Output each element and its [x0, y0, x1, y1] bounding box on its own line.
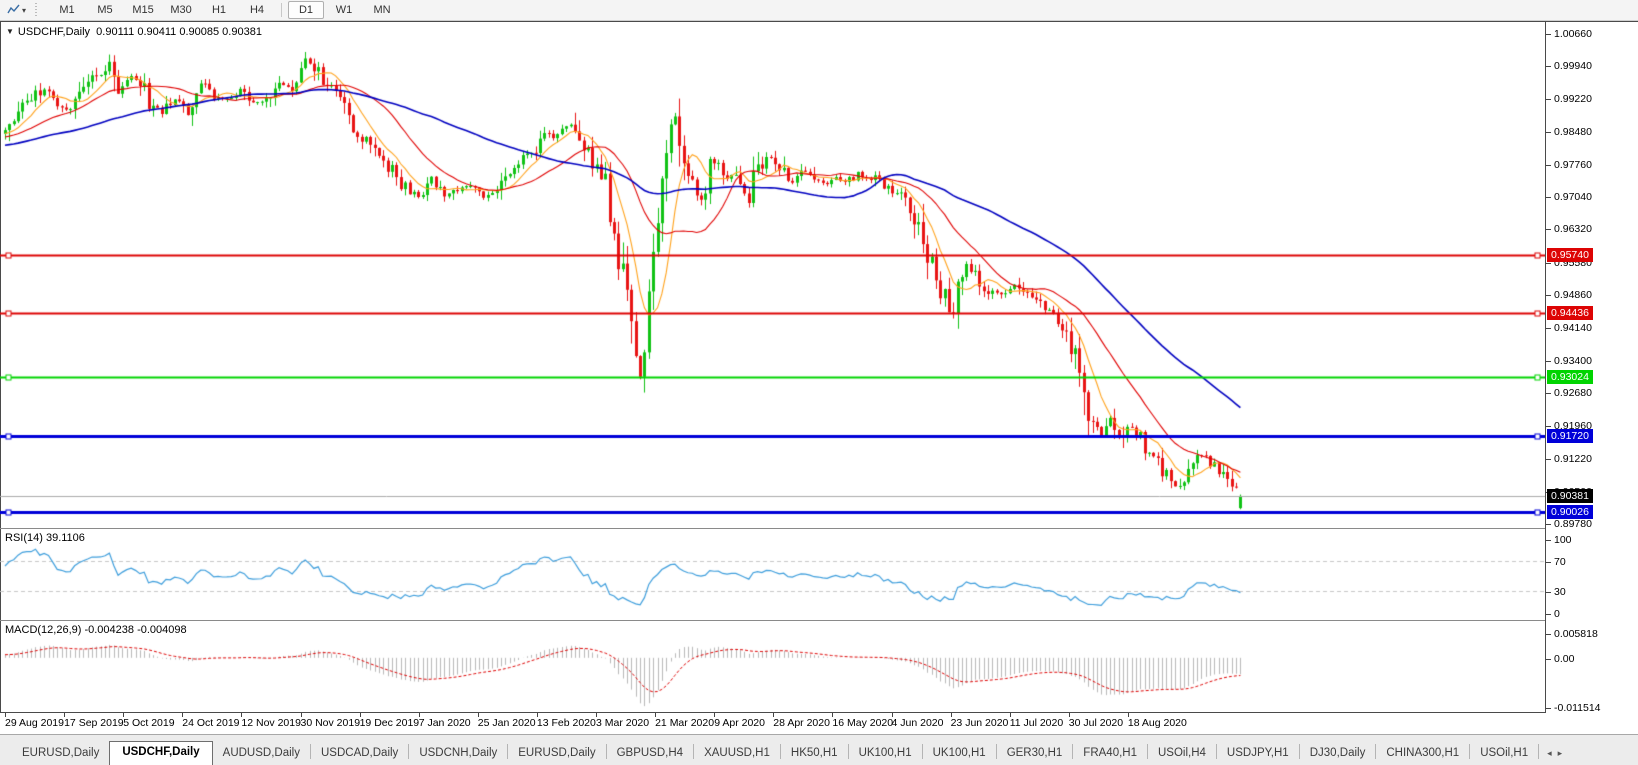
chart-title: ▼ USDCHF,Daily 0.90111 0.90411 0.90085 0.… [6, 26, 262, 38]
price-axis: 1.00660 0.99940 0.99220 0.98480 0.97760 0.970… [1546, 22, 1638, 712]
price-tick: 0.89780 [1554, 518, 1592, 530]
price-tick: 0.91220 [1554, 453, 1592, 465]
price-level-badge: 0.95740 [1547, 248, 1593, 262]
polyline-tool-icon [7, 4, 20, 16]
date-tick: 30 Jul 2020 [1069, 717, 1123, 729]
timeframe-button-w1[interactable]: W1 [326, 1, 362, 19]
timeframe-button-h4[interactable]: H4 [239, 1, 275, 19]
price-tick: 0.96320 [1554, 223, 1592, 235]
draw-tool-caret-icon[interactable]: ▾ [22, 6, 26, 15]
chart-tab-dj30-daily[interactable]: DJ30,Daily [1300, 744, 1376, 765]
price-tick: 0.94860 [1554, 289, 1592, 301]
date-tick: 24 Oct 2019 [182, 717, 239, 729]
date-tick: 25 Jan 2020 [478, 717, 536, 729]
macd-label: MACD(12,26,9) -0.004238 -0.004098 [5, 624, 187, 636]
price-level-badge: 0.90381 [1547, 489, 1593, 503]
price-tick: 0.94140 [1554, 322, 1592, 334]
timeframe-toolbar: ▾ M1M5M15M30H1H4 D1W1MN [0, 0, 1638, 21]
price-tick: 0.97040 [1554, 191, 1592, 203]
date-tick: 29 Aug 2019 [5, 717, 64, 729]
date-tick: 3 Mar 2020 [596, 717, 649, 729]
date-tick: 18 Aug 2020 [1128, 717, 1187, 729]
pane-separator[interactable] [0, 620, 1638, 621]
draw-tool-icon[interactable]: ▾ [4, 4, 29, 16]
chart-tab-xauusd-h1[interactable]: XAUUSD,H1 [694, 744, 780, 765]
chart-tab-usdchf-daily[interactable]: USDCHF,Daily [109, 741, 212, 765]
toolbar-grip-handle[interactable] [34, 3, 39, 17]
timeframe-button-mn[interactable]: MN [364, 1, 400, 19]
date-axis: 29 Aug 201917 Sep 20195 Oct 2019 24 Oct 2… [0, 713, 1546, 733]
chart-title-ohlc: 0.90111 0.90411 0.90085 0.90381 [96, 26, 262, 38]
chart-tab-eurusd-daily[interactable]: EURUSD,Daily [12, 744, 109, 765]
tab-scroll-controls: ◂▸ [1539, 748, 1570, 765]
price-tick: 0.98480 [1554, 126, 1592, 138]
chart-tab-bar: EURUSD,DailyUSDCHF,DailyAUDUSD,DailyUSDC… [0, 734, 1638, 765]
rsi-label: RSI(14) 39.1106 [5, 532, 85, 544]
chart-tab-usdcnh-daily[interactable]: USDCNH,Daily [409, 744, 507, 765]
price-level-badge: 0.93024 [1547, 370, 1593, 384]
date-tick: 11 Jul 2020 [1010, 717, 1064, 729]
date-tick: 21 Mar 2020 [655, 717, 714, 729]
chart-tab-usoil-h4[interactable]: USOil,H4 [1148, 744, 1216, 765]
date-tick: 9 Apr 2020 [714, 717, 765, 729]
date-tick: 28 Apr 2020 [773, 717, 830, 729]
chart-window: ▼ USDCHF,Daily 0.90111 0.90411 0.90085 0.… [0, 21, 1638, 733]
chart-tab-uk100-h1[interactable]: UK100,H1 [923, 744, 996, 765]
chart-tab-uk100-h1[interactable]: UK100,H1 [849, 744, 922, 765]
rsi-axis-tick: 100 [1554, 534, 1572, 546]
date-tick: 19 Dec 2019 [360, 717, 420, 729]
date-tick: 30 Nov 2019 [301, 717, 361, 729]
rsi-axis-tick: 0 [1554, 608, 1560, 620]
rsi-canvas[interactable] [0, 530, 1546, 620]
toolbar-separator [281, 3, 282, 17]
date-tick: 4 Jun 2020 [892, 717, 944, 729]
chart-tab-hk50-h1[interactable]: HK50,H1 [781, 744, 848, 765]
mt4-terminal: ▾ M1M5M15M30H1H4 D1W1MN ▼ USDCHF,Daily 0.9… [0, 0, 1638, 765]
chart-tab-eurusd-daily[interactable]: EURUSD,Daily [508, 744, 605, 765]
timeframe-button-m30[interactable]: M30 [163, 1, 199, 19]
price-level-badge: 0.94436 [1547, 306, 1593, 320]
chart-title-symbol: USDCHF,Daily [18, 26, 90, 38]
chart-tab-china300-h1[interactable]: CHINA300,H1 [1376, 744, 1469, 765]
pane-separator[interactable] [0, 528, 1638, 529]
rsi-axis-tick: 30 [1554, 586, 1566, 598]
price-tick: 0.99940 [1554, 60, 1592, 72]
date-tick: 12 Nov 2019 [241, 717, 301, 729]
date-tick: 17 Sep 2019 [64, 717, 124, 729]
chart-tab-usdjpy-h1[interactable]: USDJPY,H1 [1217, 744, 1299, 765]
timeframe-button-d1[interactable]: D1 [288, 1, 324, 19]
macd-axis-tick: 0.00 [1554, 653, 1574, 665]
chart-tab-usoil-h1[interactable]: USOil,H1 [1470, 744, 1538, 765]
rsi-axis-tick: 70 [1554, 556, 1566, 568]
chart-tab-audusd-daily[interactable]: AUDUSD,Daily [213, 744, 310, 765]
price-level-badge: 0.91720 [1547, 429, 1593, 443]
timeframe-button-h1[interactable]: H1 [201, 1, 237, 19]
timeframe-button-m5[interactable]: M5 [87, 1, 123, 19]
timeframe-button-m15[interactable]: M15 [125, 1, 161, 19]
chart-tab-fra40-h1[interactable]: FRA40,H1 [1073, 744, 1147, 765]
timeframe-button-m1[interactable]: M1 [49, 1, 85, 19]
date-tick: 16 May 2020 [832, 717, 893, 729]
date-tick: 13 Feb 2020 [537, 717, 596, 729]
macd-axis-tick: 0.005818 [1554, 628, 1598, 640]
chart-tab-usdcad-daily[interactable]: USDCAD,Daily [311, 744, 408, 765]
tab-scroll-right-icon[interactable]: ▸ [1558, 748, 1563, 759]
chart-tab-ger30-h1[interactable]: GER30,H1 [997, 744, 1073, 765]
macd-axis-tick: -0.011514 [1554, 702, 1601, 714]
date-tick: 7 Jan 2020 [419, 717, 471, 729]
date-tick: 5 Oct 2019 [123, 717, 174, 729]
price-level-badge: 0.90026 [1547, 505, 1593, 519]
price-tick: 0.93400 [1554, 355, 1592, 367]
collapse-arrow-icon[interactable]: ▼ [6, 27, 14, 36]
price-tick: 0.99220 [1554, 93, 1592, 105]
date-tick: 23 Jun 2020 [951, 717, 1009, 729]
price-tick: 0.97760 [1554, 159, 1592, 171]
price-tick: 1.00660 [1554, 28, 1592, 40]
price-tick: 0.92680 [1554, 387, 1592, 399]
chart-tab-gbpusd-h4[interactable]: GBPUSD,H4 [607, 744, 693, 765]
macd-canvas[interactable] [0, 622, 1546, 712]
tab-scroll-left-icon[interactable]: ◂ [1547, 748, 1552, 759]
price-chart-canvas[interactable] [0, 22, 1546, 528]
